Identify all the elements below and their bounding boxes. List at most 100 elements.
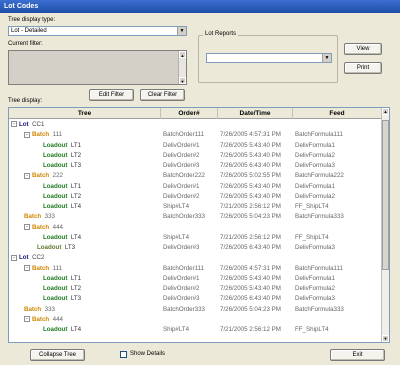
collapse-tree-button[interactable]: Collapse Tree <box>30 349 85 361</box>
tree-node[interactable]: Loadout LT2 <box>43 151 81 161</box>
datetime-cell: 7/26/2005 5:43:40 PM <box>220 285 281 292</box>
tree-node[interactable]: - Batch 444 <box>24 315 63 325</box>
node-name: CC2 <box>32 254 45 262</box>
node-kind: Batch <box>32 315 50 323</box>
feed-cell: BatchFormula333 <box>295 213 344 221</box>
node-kind: Batch <box>24 213 42 221</box>
clear-filter-button[interactable]: Clear Filter <box>140 89 185 101</box>
table-row[interactable]: Batch 333 BatchOrder333 7/26/2005 5:04:23 … <box>9 212 382 222</box>
collapse-icon[interactable]: - <box>11 121 17 128</box>
table-row[interactable]: Batch 333 BatchOrder333 7/26/2005 5:04:23 … <box>9 305 382 315</box>
table-row[interactable]: - Batch 444 <box>9 315 382 325</box>
datetime-cell: 7/21/2005 2:56:12 PM <box>220 326 281 333</box>
tree-node[interactable]: - Batch 111 <box>24 130 62 140</box>
tree-node[interactable]: Loadout LT4 <box>43 233 81 243</box>
scroll-up-icon[interactable]: ▲ <box>179 51 186 58</box>
node-name: LT3 <box>70 295 82 303</box>
tree-node[interactable]: - Batch 444 <box>24 223 63 233</box>
tree-display-type-value: Lot - Detailed <box>11 28 47 34</box>
filter-scrollbar[interactable]: ▲ ▼ <box>178 51 186 84</box>
order-cell: Ship#LT4 <box>163 233 190 241</box>
table-row[interactable]: Loadout LT3 DelivOrder#3 7/26/2005 6:43:40… <box>9 243 382 253</box>
table-row[interactable]: Loadout LT1 DelivOrder#1 7/26/2005 5:43:40… <box>9 182 382 192</box>
order-cell: DelivOrder#3 <box>163 162 200 169</box>
table-row[interactable]: - Batch 444 <box>9 223 382 233</box>
view-button[interactable]: View <box>344 43 382 55</box>
column-header-feed[interactable]: Feed <box>293 108 382 119</box>
collapse-icon[interactable]: - <box>24 223 30 230</box>
column-header-tree[interactable]: Tree <box>9 108 161 119</box>
node-kind: Loadout <box>43 192 68 200</box>
table-row[interactable]: - Batch 222 BatchOrder222 7/26/2005 5:02:55… <box>9 171 382 181</box>
feed-cell: BatchFormula222 <box>295 172 344 180</box>
order-cell: DelivOrder#1 <box>163 274 200 282</box>
tree-node[interactable]: - Lot CC2 <box>11 253 44 263</box>
table-row[interactable]: Loadout LT3 DelivOrder#3 7/26/2005 6:43:40… <box>9 161 382 171</box>
tree-node[interactable]: Loadout LT3 <box>37 243 75 253</box>
table-row[interactable]: Loadout LT1 DelivOrder#1 7/26/2005 5:43:40… <box>9 274 382 284</box>
table-row[interactable]: - Lot CC1 <box>9 120 382 130</box>
collapse-icon[interactable]: - <box>24 172 30 179</box>
table-row[interactable]: - Lot CC2 <box>9 253 382 263</box>
datetime-cell: 7/26/2005 5:04:23 PM <box>220 305 281 313</box>
table-row[interactable]: Loadout LT4 Ship#LT4 7/21/2005 2:56:12 PM F… <box>9 202 382 212</box>
datetime-cell: 7/26/2005 5:43:40 PM <box>220 182 281 190</box>
table-row[interactable]: Loadout LT4 Ship#LT4 7/21/2005 2:56:12 PM F… <box>9 233 382 243</box>
table-row[interactable]: Loadout LT1 DelivOrder#1 7/26/2005 5:43:40… <box>9 141 382 151</box>
show-details-checkbox[interactable] <box>120 351 127 358</box>
collapse-icon[interactable]: - <box>24 131 30 138</box>
column-header-datetime[interactable]: Date/Time <box>218 108 293 119</box>
node-kind: Loadout <box>43 274 68 282</box>
datetime-cell: 7/26/2005 6:43:40 PM <box>220 295 281 303</box>
feed-cell: DelivFormula1 <box>295 182 335 190</box>
order-cell: BatchOrder222 <box>163 172 205 180</box>
tree-node[interactable]: - Batch 222 <box>24 171 63 181</box>
collapse-icon[interactable]: - <box>24 316 30 323</box>
feed-cell: FF_ShipLT4 <box>295 233 329 241</box>
node-name: 444 <box>52 315 63 323</box>
scroll-down-icon[interactable]: ▼ <box>382 335 389 342</box>
tree-node[interactable]: Batch 333 <box>24 305 55 315</box>
scroll-thumb[interactable] <box>382 120 389 270</box>
scroll-down-icon[interactable]: ▼ <box>179 77 186 84</box>
chevron-down-icon[interactable]: ▼ <box>177 27 186 35</box>
datetime-cell: 7/21/2005 2:56:12 PM <box>220 203 281 210</box>
tree-node[interactable]: Loadout LT3 <box>43 161 81 171</box>
table-row[interactable]: Loadout LT3 DelivOrder#3 7/26/2005 6:43:40… <box>9 294 382 304</box>
datetime-cell: 7/26/2005 5:02:55 PM <box>220 172 281 180</box>
tree-node[interactable]: - Batch 111 <box>24 264 62 274</box>
table-row[interactable]: Loadout LT2 DelivOrder#2 7/26/2005 5:43:40… <box>9 151 382 161</box>
exit-button[interactable]: Exit <box>330 349 385 361</box>
tree-node[interactable]: Batch 333 <box>24 212 55 222</box>
grid-scrollbar[interactable]: ▲ ▼ <box>381 108 389 342</box>
column-header-order[interactable]: Order# <box>161 108 218 119</box>
table-row[interactable]: - Batch 111 BatchOrder111 7/26/2005 4:57:31… <box>9 130 382 140</box>
window-title: Lot Codes <box>0 0 400 13</box>
order-cell: DelivOrder#3 <box>163 295 200 303</box>
tree-node[interactable]: Loadout LT3 <box>43 294 81 304</box>
tree-node[interactable]: Loadout LT4 <box>43 325 81 335</box>
collapse-icon[interactable]: - <box>11 254 17 261</box>
tree-node[interactable]: Loadout LT1 <box>43 274 81 284</box>
tree-node[interactable]: Loadout LT4 <box>43 202 81 212</box>
tree-display-type-select[interactable]: Lot - Detailed ▼ <box>8 26 187 36</box>
scroll-up-icon[interactable]: ▲ <box>382 108 389 115</box>
tree-node[interactable]: Loadout LT2 <box>43 192 81 202</box>
tree-node[interactable]: Loadout LT1 <box>43 182 81 192</box>
lot-reports-select[interactable]: ▼ <box>206 53 332 63</box>
table-row[interactable]: Loadout LT2 DelivOrder#2 7/26/2005 5:43:40… <box>9 284 382 294</box>
feed-cell: FF_ShipLT4 <box>295 326 329 333</box>
print-button[interactable]: Print <box>344 62 382 74</box>
chevron-down-icon[interactable]: ▼ <box>322 54 331 62</box>
table-row[interactable]: - Batch 111 BatchOrder111 7/26/2005 4:57:31… <box>9 264 382 274</box>
edit-filter-button[interactable]: Edit Filter <box>89 89 134 101</box>
tree-node[interactable]: - Lot CC1 <box>11 120 44 130</box>
lot-tree-grid[interactable]: Tree Order# Date/Time Feed - Lot CC1- Batc… <box>8 107 390 343</box>
feed-cell: DelivFormula1 <box>295 141 335 149</box>
collapse-icon[interactable]: - <box>24 264 30 271</box>
table-row[interactable]: Loadout LT2 DelivOrder#2 7/26/2005 5:43:40… <box>9 192 382 202</box>
table-row[interactable]: Loadout LT4 Ship#LT4 7/21/2005 2:56:12 PM F… <box>9 325 382 335</box>
node-kind: Loadout <box>43 162 68 169</box>
tree-node[interactable]: Loadout LT1 <box>43 141 81 151</box>
tree-node[interactable]: Loadout LT2 <box>43 284 81 294</box>
